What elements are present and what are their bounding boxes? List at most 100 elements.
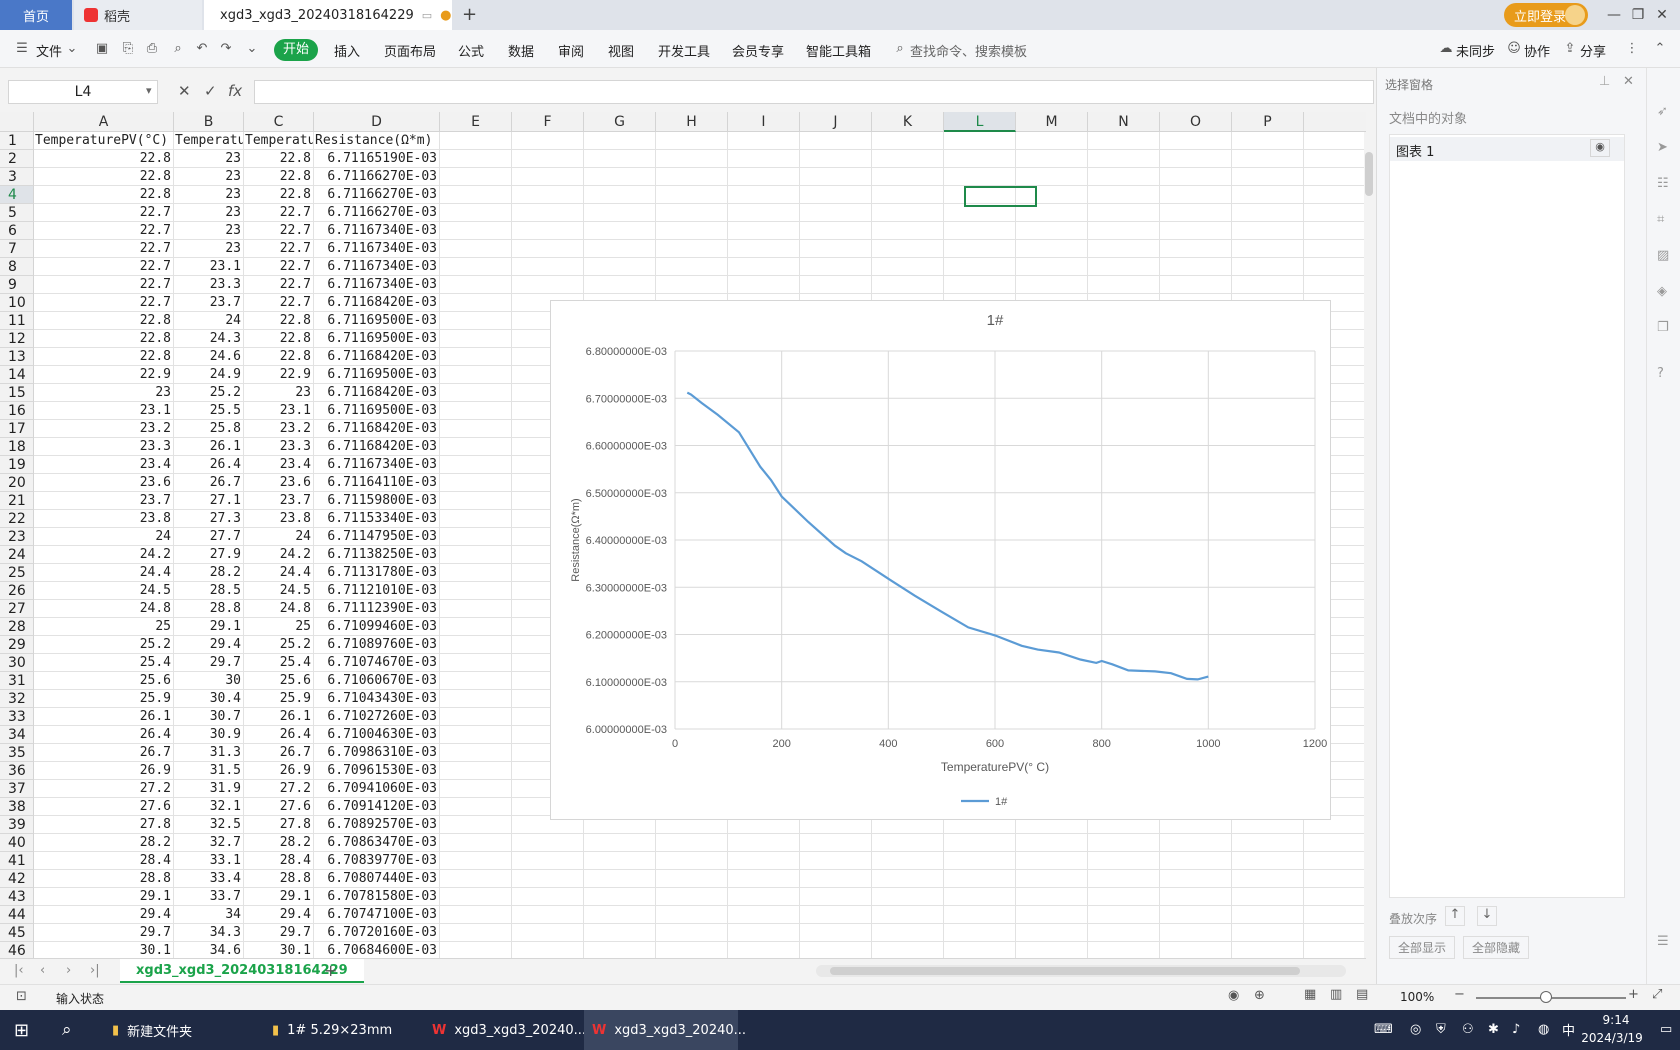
row-header[interactable]: 12 xyxy=(0,330,34,348)
cell[interactable] xyxy=(584,906,656,924)
cell[interactable]: 22.8 xyxy=(244,150,314,168)
cell[interactable]: 26.4 xyxy=(244,726,314,744)
page-layout-view-icon[interactable]: ▥ xyxy=(1330,987,1342,1002)
cell[interactable] xyxy=(1160,150,1232,168)
cell[interactable] xyxy=(872,924,944,942)
cell[interactable] xyxy=(1088,168,1160,186)
cell[interactable]: 33.1 xyxy=(174,852,244,870)
cell[interactable]: 23.2 xyxy=(244,420,314,438)
cell[interactable] xyxy=(440,672,512,690)
cell[interactable]: 26.1 xyxy=(34,708,174,726)
cell[interactable]: 22.7 xyxy=(244,204,314,222)
cell[interactable]: 6.71165190E-03 xyxy=(314,150,440,168)
cell[interactable]: 22.8 xyxy=(244,348,314,366)
cell[interactable]: 6.71166270E-03 xyxy=(314,168,440,186)
row-header[interactable]: 7 xyxy=(0,240,34,258)
globe-icon[interactable]: ◍ xyxy=(1538,1022,1549,1037)
row-header[interactable]: 19 xyxy=(0,456,34,474)
cell[interactable] xyxy=(728,240,800,258)
cell[interactable]: 23.6 xyxy=(34,474,174,492)
cell[interactable]: 26.1 xyxy=(174,438,244,456)
cell[interactable]: 26.1 xyxy=(244,708,314,726)
row-header[interactable]: 37 xyxy=(0,780,34,798)
task-folder-2[interactable]: ▮ 1# 5.29×23mm xyxy=(264,1010,414,1050)
cell[interactable] xyxy=(584,888,656,906)
cell[interactable] xyxy=(1016,924,1088,942)
cell[interactable]: 31.3 xyxy=(174,744,244,762)
cell[interactable]: 25.2 xyxy=(244,636,314,654)
cell[interactable] xyxy=(1088,186,1160,204)
cell[interactable]: 26.4 xyxy=(34,726,174,744)
column-header-d[interactable]: D xyxy=(314,112,440,132)
vertical-scrollbar[interactable] xyxy=(1364,132,1374,958)
cell[interactable]: 6.70892570E-03 xyxy=(314,816,440,834)
show-all-button[interactable]: 全部显示 xyxy=(1389,936,1456,959)
cell[interactable]: 29.7 xyxy=(244,924,314,942)
menu-review[interactable]: 审阅 xyxy=(558,41,584,60)
cell[interactable]: 28.8 xyxy=(34,870,174,888)
cell[interactable]: 6.71004630E-03 xyxy=(314,726,440,744)
cell[interactable]: 22.7 xyxy=(34,294,174,312)
cell[interactable]: 24 xyxy=(174,312,244,330)
cell[interactable] xyxy=(440,222,512,240)
next-sheet-icon[interactable]: › xyxy=(66,963,71,978)
row-header[interactable]: 46 xyxy=(0,942,34,958)
row-header[interactable]: 22 xyxy=(0,510,34,528)
cell[interactable] xyxy=(440,474,512,492)
cell[interactable]: 31.9 xyxy=(174,780,244,798)
cell[interactable]: 28.2 xyxy=(174,564,244,582)
task-wps-1[interactable]: Wxgd3_xgd3_20240... xyxy=(424,1010,586,1050)
cell[interactable] xyxy=(944,942,1016,958)
cell[interactable]: 6.71121010E-03 xyxy=(314,582,440,600)
cell[interactable] xyxy=(440,330,512,348)
zoom-slider-handle[interactable] xyxy=(1540,991,1552,1003)
tab-daoke[interactable]: 稻壳 xyxy=(74,0,202,30)
cell[interactable]: 23.8 xyxy=(34,510,174,528)
cell[interactable]: 28.2 xyxy=(244,834,314,852)
cell[interactable]: 24.4 xyxy=(34,564,174,582)
cell[interactable] xyxy=(872,258,944,276)
sidebar-more-icon[interactable]: ☰ xyxy=(1657,934,1669,949)
cell[interactable] xyxy=(1232,942,1304,958)
cell[interactable]: 23 xyxy=(244,384,314,402)
cell[interactable]: 27.6 xyxy=(34,798,174,816)
column-header-n[interactable]: N xyxy=(1088,112,1160,132)
sidebar-book-icon[interactable]: ❐ xyxy=(1657,320,1669,335)
cell[interactable] xyxy=(1088,924,1160,942)
cell[interactable] xyxy=(656,222,728,240)
cell[interactable]: 29.4 xyxy=(34,906,174,924)
cell[interactable] xyxy=(656,258,728,276)
prev-sheet-icon[interactable]: ‹ xyxy=(40,963,45,978)
cell[interactable]: 22.7 xyxy=(34,222,174,240)
close-pane-icon[interactable]: ✕ xyxy=(1623,74,1634,89)
cell[interactable] xyxy=(656,240,728,258)
cell[interactable] xyxy=(872,204,944,222)
column-header-l[interactable]: L xyxy=(944,112,1016,132)
cell[interactable]: 6.71168420E-03 xyxy=(314,438,440,456)
sidebar-rocket-icon[interactable]: ➶ xyxy=(1657,104,1668,119)
cell[interactable] xyxy=(1160,276,1232,294)
cell[interactable]: 28.4 xyxy=(244,852,314,870)
zoom-out-icon[interactable]: − xyxy=(1454,987,1465,1002)
cell[interactable] xyxy=(440,600,512,618)
column-header-h[interactable]: H xyxy=(656,112,728,132)
cell[interactable] xyxy=(728,870,800,888)
first-sheet-icon[interactable]: |‹ xyxy=(14,963,24,978)
cell[interactable] xyxy=(944,924,1016,942)
bring-forward-icon[interactable]: ↑ xyxy=(1445,906,1465,926)
row-header[interactable]: 6 xyxy=(0,222,34,240)
macro-record-icon[interactable]: ⊡ xyxy=(16,989,27,1004)
tab-document[interactable]: xgd3_xgd3_20240318164229 ▭ ● xyxy=(204,0,452,30)
cell[interactable] xyxy=(440,294,512,312)
cell[interactable] xyxy=(800,186,872,204)
cell[interactable]: 29.1 xyxy=(244,888,314,906)
cell[interactable]: 23.7 xyxy=(244,492,314,510)
undo-icon[interactable]: ↶ xyxy=(194,41,210,57)
cell[interactable] xyxy=(1160,924,1232,942)
row-header[interactable]: 30 xyxy=(0,654,34,672)
row-header[interactable]: 27 xyxy=(0,600,34,618)
tray-app-icon[interactable]: ◎ xyxy=(1410,1022,1421,1037)
cell[interactable] xyxy=(1232,834,1304,852)
hamburger-icon[interactable]: ☰ xyxy=(14,41,30,57)
visibility-eye-icon[interactable]: ◉ xyxy=(1590,139,1610,157)
